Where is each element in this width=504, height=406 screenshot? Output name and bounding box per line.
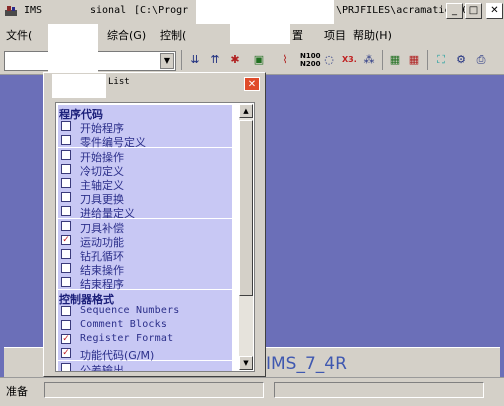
status-pane	[44, 382, 264, 398]
list-item-label: 钻孔循环	[80, 250, 124, 263]
checkbox[interactable]	[61, 320, 71, 330]
window-icon[interactable]: ▣	[250, 51, 268, 69]
toolbar-separator	[427, 50, 428, 70]
list-item-label: 主轴定义	[80, 179, 124, 192]
n100-label[interactable]: N100	[300, 53, 320, 60]
comment-icon[interactable]: ◌	[320, 51, 338, 69]
status-text: 准备	[6, 385, 28, 398]
dialog-title-redacted	[52, 74, 106, 98]
menu-help[interactable]: 帮助(H)	[353, 27, 392, 43]
title-redacted	[196, 0, 334, 24]
checked-checkbox[interactable]: ✓	[61, 348, 71, 359]
status-bar: 准备	[0, 377, 504, 406]
minimize-button[interactable]: _	[446, 3, 463, 19]
checkbox[interactable]	[61, 178, 71, 188]
checkbox[interactable]	[61, 305, 71, 316]
list-item-label: 刀具更换	[80, 193, 124, 207]
sort-up-icon[interactable]: ⇈	[206, 51, 224, 69]
menu-redacted-2	[230, 24, 290, 44]
list-item-label: Register Format	[80, 333, 174, 345]
x3-label[interactable]: X3.	[342, 56, 357, 64]
list-group-header: 程序代码	[58, 105, 232, 121]
maximize-button[interactable]: □	[465, 3, 482, 19]
window-title-left: IMS	[24, 5, 43, 16]
scroll-up-icon[interactable]: ▲	[239, 104, 253, 118]
list-item[interactable]: Comment Blocks	[58, 318, 232, 332]
tool-icon[interactable]: ⚙	[452, 51, 470, 69]
list-item-label: 结束程序	[80, 278, 124, 292]
checkbox[interactable]	[61, 249, 71, 259]
title-bar: IMS sional [C:\Progr \PRJFILES\acramatic…	[0, 0, 504, 24]
app-icon	[4, 4, 18, 18]
menu-project[interactable]: 项目	[324, 27, 346, 43]
list-item-label: 运动功能	[80, 235, 124, 249]
sort-down-icon[interactable]: ⇊	[186, 51, 204, 69]
list-item-label: Comment Blocks	[80, 319, 168, 330]
list-item[interactable]: ✓ Register Format	[58, 332, 232, 347]
list-dialog: List ✕ 公差输出 ✓ 功能代码(G/M) ✓ Register Format Com…	[43, 72, 266, 377]
menu-control[interactable]: 控制(	[160, 27, 186, 43]
document-title: IMS_7_4R	[266, 354, 347, 374]
list-scrollbar[interactable]: ▲ ▼	[239, 104, 253, 370]
checked-checkbox[interactable]: ✓	[61, 234, 71, 245]
chart-icon[interactable]: ⌇	[276, 51, 294, 69]
dialog-close-button[interactable]: ✕	[244, 77, 260, 91]
toolbar-separator	[181, 50, 182, 70]
group-label: 程序代码	[59, 108, 103, 121]
machine-icon[interactable]: ⛶	[432, 51, 450, 69]
dialog-title: List	[108, 77, 130, 87]
checkbox[interactable]	[61, 149, 71, 160]
status-pane	[274, 382, 484, 398]
list-item-label: 进给量定义	[80, 207, 135, 221]
bug-icon[interactable]: ✱	[226, 51, 244, 69]
menu-file[interactable]: 文件(	[6, 27, 32, 43]
list-item-label: 零件编号定义	[80, 136, 146, 150]
toolbar-separator	[382, 50, 383, 70]
grid-small-icon[interactable]: ⁂	[360, 51, 378, 69]
checkbox[interactable]	[61, 277, 71, 288]
list-item[interactable]: ✓ 功能代码(G/M)	[58, 346, 232, 363]
printer-icon[interactable]: ⎙	[472, 51, 490, 69]
checkbox[interactable]	[61, 220, 71, 231]
checkbox[interactable]	[61, 263, 71, 274]
checkbox[interactable]	[61, 362, 71, 371]
menu-setup[interactable]: 置	[292, 27, 303, 43]
table-icon[interactable]: ▦	[405, 51, 423, 69]
list-item-label: 刀具补偿	[80, 221, 124, 235]
checkbox[interactable]	[61, 192, 71, 203]
checkbox[interactable]	[61, 163, 71, 174]
list-item-label: 冷切定义	[80, 164, 124, 178]
checkbox[interactable]	[61, 206, 71, 217]
spreadsheet-icon[interactable]: ▦	[386, 51, 404, 69]
scroll-thumb[interactable]	[239, 120, 253, 296]
close-button[interactable]: ✕	[486, 3, 503, 19]
window-title-mid: sional	[90, 5, 127, 16]
window-title-path: [C:\Progr	[134, 5, 189, 16]
checkbox[interactable]	[61, 121, 71, 132]
menu-redacted-1	[48, 24, 98, 72]
n200-label[interactable]: N200	[300, 61, 320, 68]
list-item-label: 功能代码(G/M)	[80, 349, 155, 363]
scroll-down-icon[interactable]: ▼	[239, 356, 253, 370]
list-item-label: 开始程序	[80, 122, 124, 136]
list-item-label: 结束操作	[80, 264, 124, 278]
group-label: 控制器格式	[59, 292, 114, 306]
checked-checkbox[interactable]: ✓	[61, 334, 71, 345]
menu-general[interactable]: 综合(G)	[107, 27, 146, 43]
code-list[interactable]: 公差输出 ✓ 功能代码(G/M) ✓ Register Format Comment Bl…	[55, 102, 255, 372]
combo-dropdown-icon[interactable]: ▼	[160, 53, 174, 69]
list-item-label: 开始操作	[80, 150, 124, 164]
checkbox[interactable]	[61, 135, 71, 146]
